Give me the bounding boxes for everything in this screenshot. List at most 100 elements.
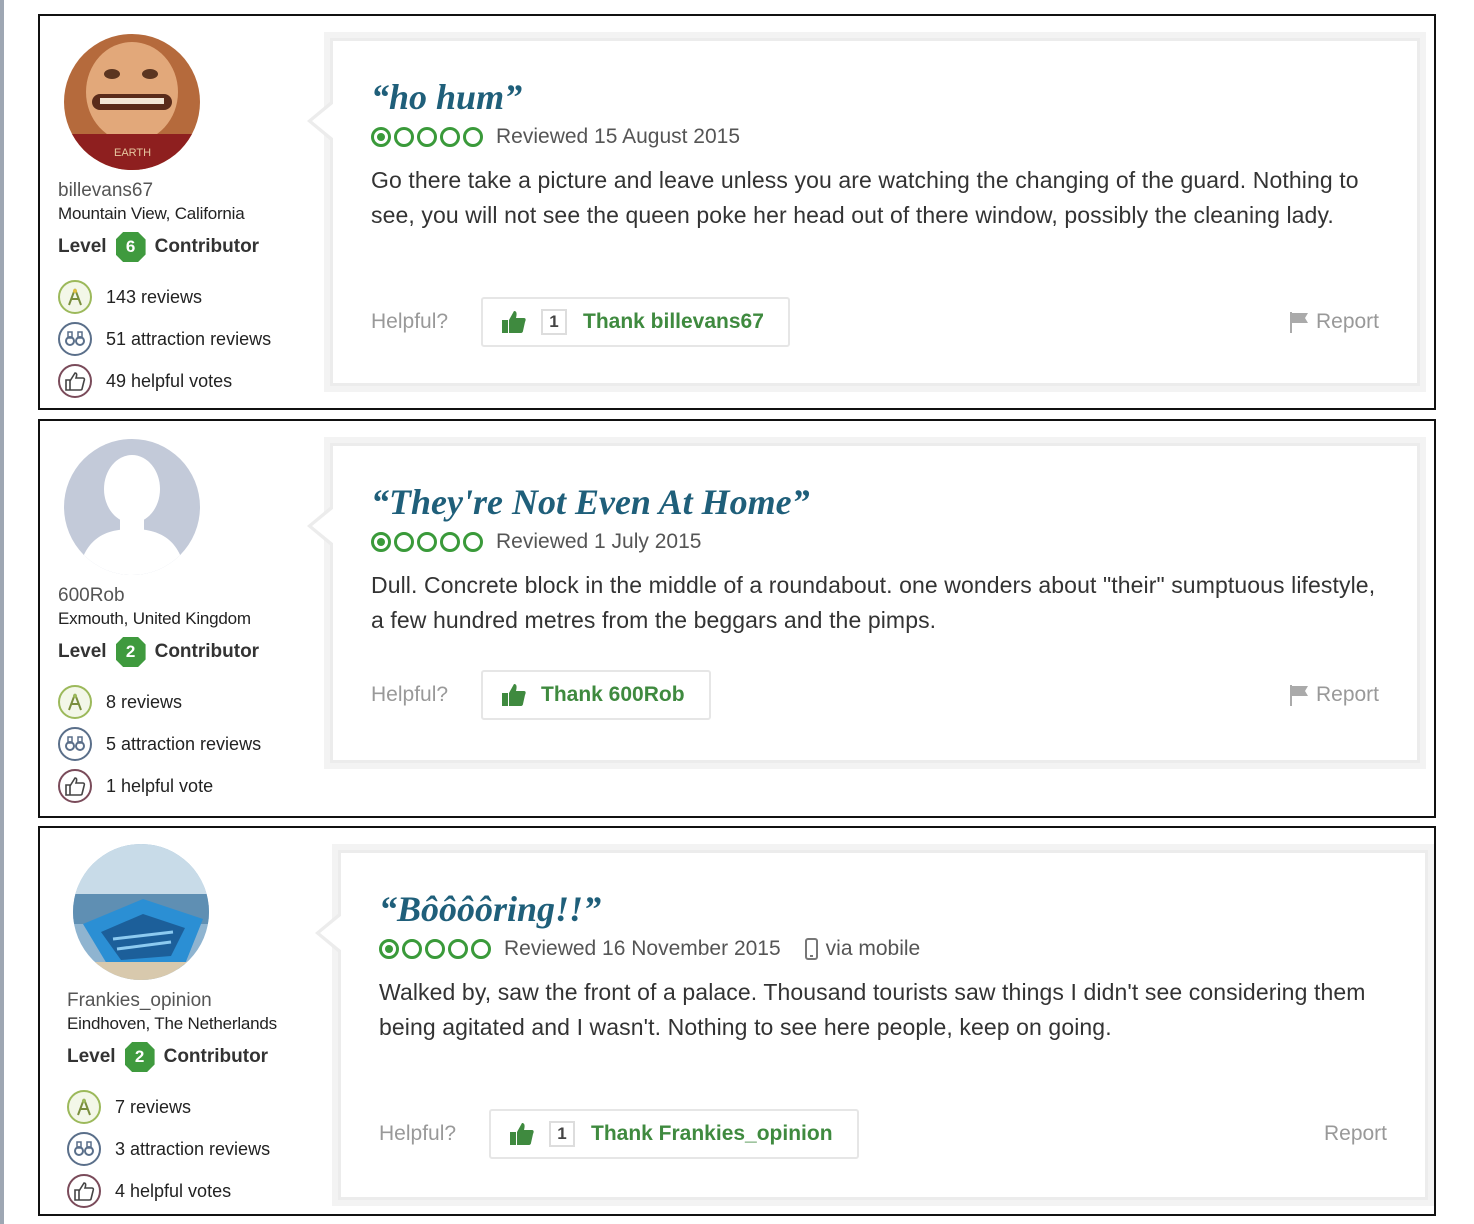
rating-bubble-empty <box>440 532 460 552</box>
thank-count: 1 <box>549 1121 575 1147</box>
stat-helpful-votes: 1 helpful vote <box>58 765 318 807</box>
reviewed-date: Reviewed 16 November 2015 <box>504 937 781 960</box>
report-link[interactable]: Report <box>1324 1122 1387 1146</box>
helpful-votes-count: 4 helpful votes <box>115 1180 232 1201</box>
report-link[interactable]: Report <box>1288 310 1379 334</box>
thank-button[interactable]: 1 Thank Frankies_opinion <box>489 1109 859 1159</box>
helpful-label: Helpful? <box>371 683 449 706</box>
avatar[interactable] <box>64 439 200 575</box>
rating-bubble-empty <box>463 127 483 147</box>
rating-bubble-empty <box>440 127 460 147</box>
member-info: Frankies_opinion Eindhoven, The Netherla… <box>67 844 327 1212</box>
flag-icon <box>1289 312 1308 333</box>
member-stats: 8 reviews 5 attraction reviews 1 helpful… <box>58 681 318 807</box>
rating-bubble-empty <box>448 939 468 959</box>
stat-reviews: 7 reviews <box>67 1086 327 1128</box>
location: Mountain View, California <box>58 204 245 223</box>
reviewer-badge-icon <box>58 280 92 314</box>
stat-reviews: 143 reviews <box>58 276 318 318</box>
binoculars-icon <box>58 322 92 356</box>
rating-row: Reviewed 16 November 2015 via mobile <box>379 937 1387 961</box>
stat-helpful-votes: 4 helpful votes <box>67 1170 327 1212</box>
mobile-phone-icon <box>804 938 818 960</box>
page-edge <box>0 0 4 1224</box>
level-suffix: Contributor <box>154 236 260 257</box>
rating-bubbles <box>371 532 486 552</box>
review-title[interactable]: “ho hum” <box>371 75 1379 119</box>
review-bubble: “ho hum” Reviewed 15 August 2015 Go ther… <box>307 38 1420 386</box>
contributor-level: Level 2 Contributor <box>58 637 318 667</box>
rating-row: Reviewed 15 August 2015 <box>371 125 1379 149</box>
avatar[interactable] <box>73 844 209 980</box>
review-footer: Helpful? Thank 600Rob Report <box>371 670 1379 720</box>
level-badge: 6 <box>115 232 146 262</box>
review-text: Dull. Concrete block in the middle of a … <box>371 572 1376 633</box>
contributor-level: Level 2 Contributor <box>67 1042 327 1072</box>
level-suffix: Contributor <box>163 1046 269 1067</box>
helpful-label: Helpful? <box>371 310 449 333</box>
username[interactable]: 600Rob <box>58 585 318 607</box>
reviews-count[interactable]: 7 reviews <box>115 1097 191 1118</box>
rating-bubble-empty <box>402 939 422 959</box>
reviewed-date: Reviewed 15 August 2015 <box>496 125 741 148</box>
review-text: Go there take a picture and leave unless… <box>371 167 1359 228</box>
rating-bubble-filled <box>379 939 399 959</box>
rating-bubble-empty <box>463 532 483 552</box>
level-badge: 2 <box>124 1042 155 1072</box>
reviewer-badge-icon <box>58 685 92 719</box>
reviews-count[interactable]: 143 reviews <box>106 287 202 308</box>
thank-button[interactable]: Thank 600Rob <box>481 670 711 720</box>
member-info: EARTH billevans67 Mountain View, Califor… <box>58 34 318 402</box>
review-text: Walked by, saw the front of a palace. Th… <box>379 979 1366 1040</box>
stat-helpful-votes: 49 helpful votes <box>58 360 318 402</box>
rating-bubble-empty <box>471 939 491 959</box>
svg-text:EARTH: EARTH <box>114 147 151 159</box>
helpful-votes-count: 1 helpful vote <box>106 775 214 796</box>
review-title[interactable]: “They're Not Even At Home” <box>371 480 1379 524</box>
review-card: EARTH billevans67 Mountain View, Califor… <box>38 14 1436 410</box>
reviews-count[interactable]: 8 reviews <box>106 692 182 713</box>
thumbs-up-icon <box>502 311 526 333</box>
review-footer: Helpful? 1 Thank billevans67 Report <box>371 297 1379 347</box>
rating-bubble-filled <box>371 532 391 552</box>
location: Exmouth, United Kingdom <box>58 609 251 628</box>
level-badge: 2 <box>115 637 146 667</box>
review-card: 600Rob Exmouth, United Kingdom Level 2 C… <box>38 419 1436 818</box>
username[interactable]: Frankies_opinion <box>67 990 327 1012</box>
member-info: 600Rob Exmouth, United Kingdom Level 2 C… <box>58 439 318 807</box>
stat-reviews: 8 reviews <box>58 681 318 723</box>
avatar[interactable]: EARTH <box>64 34 200 170</box>
member-stats: 7 reviews 3 attraction reviews 4 helpful… <box>67 1086 327 1212</box>
thumbs-up-outline-icon <box>58 364 92 398</box>
thank-label: Thank billevans67 <box>583 310 764 333</box>
attraction-reviews-count[interactable]: 51 attraction reviews <box>106 329 271 350</box>
binoculars-icon <box>58 727 92 761</box>
binoculars-icon <box>67 1132 101 1166</box>
rating-bubble-empty <box>425 939 445 959</box>
attraction-reviews-count[interactable]: 3 attraction reviews <box>115 1139 270 1160</box>
thumbs-up-icon <box>510 1123 534 1145</box>
rating-bubble-empty <box>417 127 437 147</box>
review-bubble: “Bôôôôring!!” Reviewed 16 November 2015 … <box>315 850 1428 1200</box>
reviewer-badge-icon <box>67 1090 101 1124</box>
review-footer: Helpful? 1 Thank Frankies_opinion Report <box>379 1109 1387 1159</box>
username[interactable]: billevans67 <box>58 180 318 202</box>
rating-bubble-empty <box>417 532 437 552</box>
report-label: Report <box>1315 683 1379 706</box>
thank-button[interactable]: 1 Thank billevans67 <box>481 297 790 347</box>
level-prefix: Level <box>58 641 107 662</box>
location: Eindhoven, The Netherlands <box>67 1014 277 1033</box>
report-link[interactable]: Report <box>1288 683 1379 707</box>
helpful-label: Helpful? <box>379 1122 457 1145</box>
via-mobile: via mobile <box>804 937 921 961</box>
contributor-level: Level 6 Contributor <box>58 232 318 262</box>
via-mobile-label: via mobile <box>825 937 921 960</box>
rating-row: Reviewed 1 July 2015 <box>371 530 1379 554</box>
thank-label: Thank 600Rob <box>541 683 685 706</box>
rating-bubble-filled <box>371 127 391 147</box>
review-title[interactable]: “Bôôôôring!!” <box>379 887 1387 931</box>
thumbs-up-outline-icon <box>58 769 92 803</box>
attraction-reviews-count[interactable]: 5 attraction reviews <box>106 734 261 755</box>
rating-bubble-empty <box>394 127 414 147</box>
reviewed-date: Reviewed 1 July 2015 <box>496 530 702 553</box>
